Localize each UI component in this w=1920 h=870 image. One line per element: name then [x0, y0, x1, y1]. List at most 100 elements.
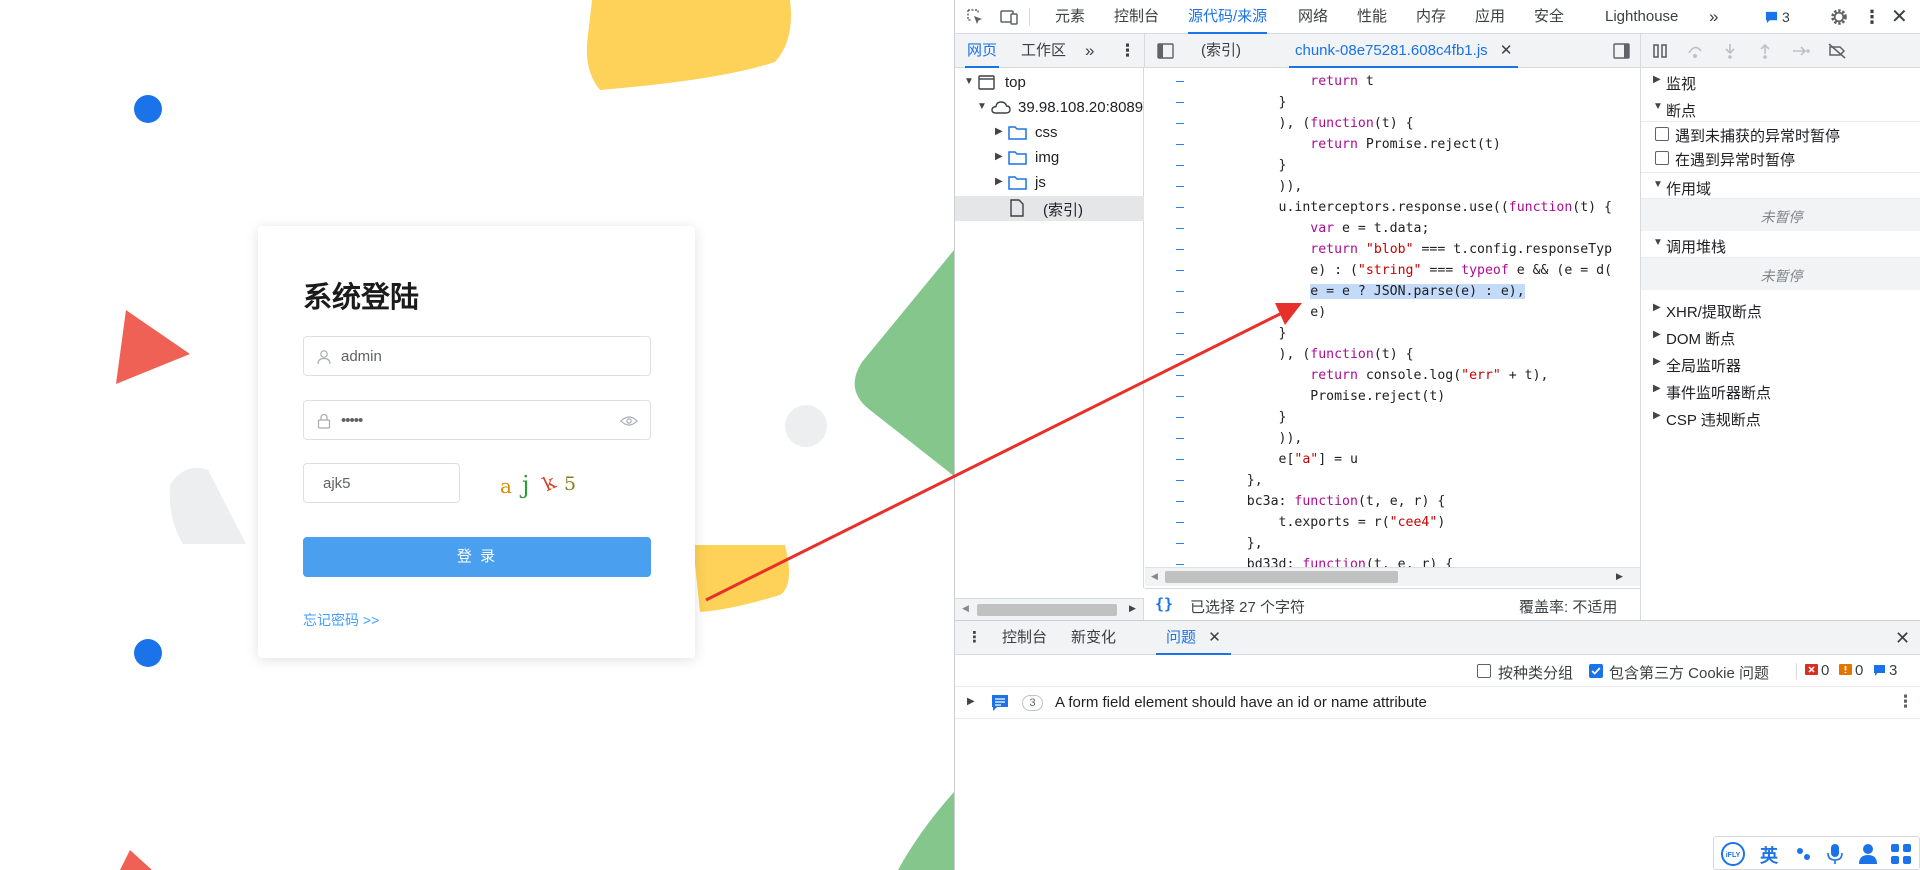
scrollbar-thumb[interactable] [1165, 571, 1398, 583]
tab-performance[interactable]: 性能 [1357, 0, 1387, 34]
line-gutter-marker[interactable]: – [1176, 302, 1184, 323]
caret-right-icon[interactable]: ▶ [995, 176, 1003, 187]
line-gutter-marker[interactable]: – [1176, 428, 1184, 449]
issues-badge[interactable]: 3 [1765, 9, 1793, 27]
deactivate-breakpoints-icon[interactable] [1827, 42, 1847, 60]
caret-right-icon[interactable]: ▶ [967, 696, 975, 707]
user-account-icon[interactable] [1858, 843, 1878, 865]
section-breakpoints[interactable]: ▼ 断点 [1641, 95, 1920, 122]
tree-item-index[interactable]: (索引) [955, 196, 1144, 221]
password-field[interactable]: ••••• [303, 400, 651, 440]
line-gutter-marker[interactable]: – [1176, 260, 1184, 281]
close-tab-icon[interactable]: ✕ [1208, 629, 1221, 646]
issue-row[interactable]: ▶ 3 A form field element should have an … [955, 687, 1920, 719]
tab-application[interactable]: 应用 [1475, 0, 1505, 34]
ifly-logo-icon[interactable]: iFLY [1720, 842, 1746, 866]
line-gutter-marker[interactable]: – [1176, 155, 1184, 176]
punctuation-icon[interactable] [1794, 844, 1814, 864]
step-icon[interactable] [1791, 42, 1811, 60]
captcha-image[interactable]: a j k 5 [494, 466, 604, 502]
toggle-navigator-icon[interactable] [1157, 43, 1174, 59]
line-gutter-marker[interactable]: – [1176, 218, 1184, 239]
scroll-left-icon[interactable]: ◀ [962, 603, 969, 614]
settings-gear-icon[interactable] [1829, 7, 1849, 27]
more-tabs-icon[interactable]: » [1709, 0, 1718, 34]
section-dom-breakpoints[interactable]: ▶ DOM 断点 [1641, 323, 1920, 350]
tree-item-js[interactable]: ▶ js [955, 171, 1144, 196]
issue-menu-icon[interactable]: ⋮ [1897, 692, 1914, 712]
more-navigator-tabs-icon[interactable]: » [1085, 34, 1094, 68]
line-gutter-marker[interactable]: – [1176, 71, 1184, 92]
code-horizontal-scrollbar[interactable]: ◀ ▶ [1145, 567, 1641, 586]
drawer-tab-whats-new[interactable]: 新变化 [1071, 621, 1116, 655]
line-gutter-marker[interactable]: – [1176, 491, 1184, 512]
step-into-icon[interactable] [1721, 42, 1739, 60]
checkbox[interactable] [1655, 151, 1669, 165]
tree-item-origin[interactable]: ▼ 39.98.108.20:8089 [955, 96, 1144, 121]
code-editor[interactable]: – return t – } – ), (function(t) {– return… [1145, 68, 1640, 588]
forgot-password-link[interactable]: 忘记密码 >> [303, 610, 379, 630]
caret-down-icon[interactable]: ▼ [977, 101, 987, 112]
microphone-icon[interactable] [1826, 843, 1844, 865]
tab-console[interactable]: 控制台 [1114, 0, 1159, 34]
navigator-menu-icon[interactable]: ⋮ [1119, 34, 1136, 68]
tab-security[interactable]: 安全 [1534, 0, 1564, 34]
pause-caught-option[interactable]: 在遇到异常时暂停 [1641, 146, 1920, 170]
section-global-listeners[interactable]: ▶ 全局监听器 [1641, 350, 1920, 377]
step-over-icon[interactable] [1686, 42, 1704, 60]
section-call-stack[interactable]: ▼ 调用堆栈 [1641, 231, 1920, 258]
tree-item-css[interactable]: ▶ css [955, 121, 1144, 146]
line-gutter-marker[interactable]: – [1176, 470, 1184, 491]
tree-item-top[interactable]: ▼ top [955, 71, 1144, 96]
line-gutter-marker[interactable]: – [1176, 323, 1184, 344]
close-tab-icon[interactable]: ✕ [1500, 42, 1513, 59]
step-out-icon[interactable] [1756, 42, 1774, 60]
scroll-right-icon[interactable]: ▶ [1129, 603, 1136, 614]
caret-right-icon[interactable]: ▶ [995, 126, 1003, 137]
editor-tab-index[interactable]: (索引) [1201, 34, 1241, 68]
tab-sources[interactable]: 源代码/来源 [1188, 0, 1268, 34]
editor-tab-chunk[interactable]: chunk-08e75281.608c4fb1.js ✕ [1289, 34, 1519, 68]
section-event-listener-breakpoints[interactable]: ▶ 事件监听器断点 [1641, 377, 1920, 404]
navigator-horizontal-scrollbar[interactable]: ◀ ▶ [955, 598, 1144, 620]
section-watch[interactable]: ▶ 监视 [1641, 68, 1920, 95]
tab-page[interactable]: 网页 [965, 34, 1000, 68]
eye-icon[interactable] [620, 415, 638, 427]
checkbox[interactable] [1655, 127, 1669, 141]
pause-uncaught-option[interactable]: 遇到未捕获的异常时暂停 [1641, 122, 1920, 146]
more-options-icon[interactable]: ⋮ [1863, 0, 1881, 34]
tab-memory[interactable]: 内存 [1416, 0, 1446, 34]
pretty-print-icon[interactable]: {} [1155, 595, 1173, 613]
line-gutter-marker[interactable]: – [1176, 113, 1184, 134]
scrollbar-thumb[interactable] [977, 604, 1117, 616]
line-gutter-marker[interactable]: – [1176, 239, 1184, 260]
caret-right-icon[interactable]: ▶ [995, 151, 1003, 162]
line-gutter-marker[interactable]: – [1176, 512, 1184, 533]
device-toolbar-icon[interactable] [999, 7, 1019, 27]
inspect-element-icon[interactable] [965, 7, 985, 27]
pause-icon[interactable] [1651, 42, 1669, 60]
tree-item-img[interactable]: ▶ img [955, 146, 1144, 171]
tab-network[interactable]: 网络 [1298, 0, 1328, 34]
ime-english-mode-icon[interactable]: 英 [1760, 842, 1778, 868]
line-gutter-marker[interactable]: – [1176, 92, 1184, 113]
line-gutter-marker[interactable]: – [1176, 365, 1184, 386]
login-button[interactable]: 登 录 [303, 537, 651, 577]
section-xhr-breakpoints[interactable]: ▶ XHR/提取断点 [1641, 296, 1920, 323]
tab-elements[interactable]: 元素 [1055, 0, 1085, 34]
line-gutter-marker[interactable]: – [1176, 407, 1184, 428]
close-drawer-icon[interactable]: ✕ [1895, 621, 1910, 655]
line-gutter-marker[interactable]: – [1176, 449, 1184, 470]
close-devtools-icon[interactable]: ✕ [1891, 0, 1908, 34]
caret-down-icon[interactable]: ▼ [964, 76, 974, 87]
line-gutter-marker[interactable]: – [1176, 197, 1184, 218]
line-gutter-marker[interactable]: – [1176, 134, 1184, 155]
section-scope[interactable]: ▼ 作用域 [1641, 172, 1920, 199]
line-gutter-marker[interactable]: – [1176, 533, 1184, 554]
section-csp-breakpoints[interactable]: ▶ CSP 违规断点 [1641, 404, 1920, 431]
apps-grid-icon[interactable] [1890, 843, 1912, 865]
captcha-input[interactable]: ajk5 [303, 463, 460, 503]
group-by-category-checkbox[interactable] [1477, 664, 1491, 678]
tab-lighthouse[interactable]: Lighthouse [1605, 0, 1678, 34]
scroll-right-icon[interactable]: ▶ [1616, 571, 1623, 582]
